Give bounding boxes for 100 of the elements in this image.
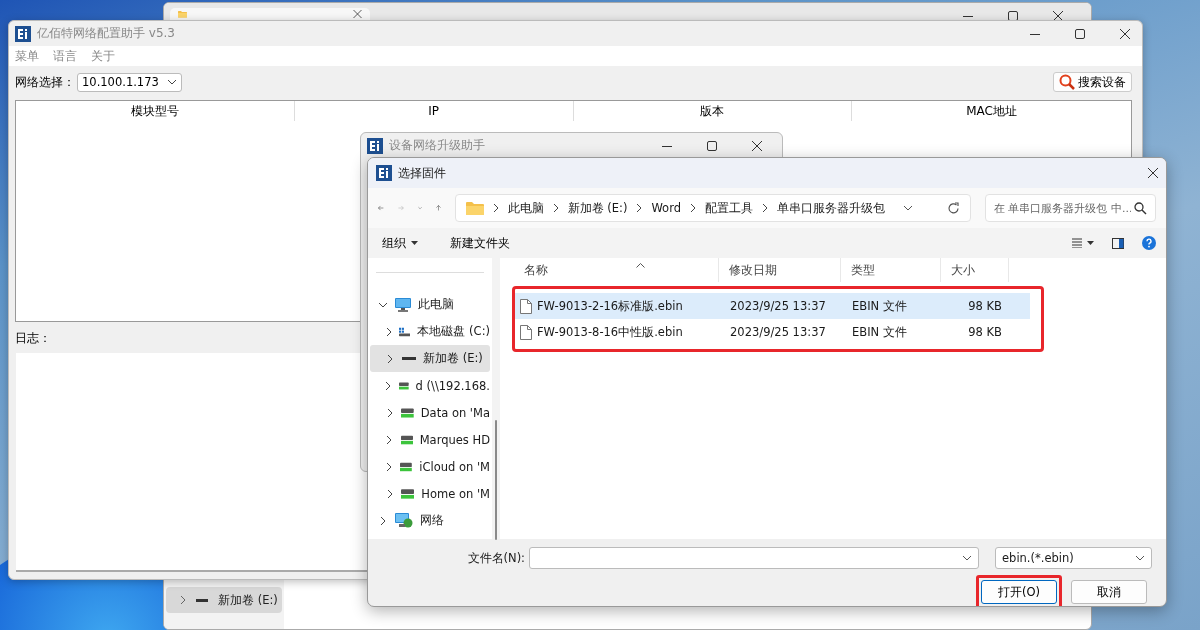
- file-size: 98 KB: [967, 299, 1003, 313]
- close-icon[interactable]: [1053, 11, 1063, 21]
- nav-item[interactable]: Marques HD: [370, 426, 490, 453]
- chevron-right-icon[interactable]: [380, 515, 386, 526]
- computer-icon: [395, 297, 411, 312]
- menu-item[interactable]: 语言: [53, 47, 77, 65]
- folder-icon: [178, 10, 187, 18]
- file-row[interactable]: FW-9013-2-16标准版.ebin 2023/9/25 13:37 EBIN 文件 98 KB: [515, 293, 1030, 319]
- menu-item[interactable]: 关于: [91, 47, 115, 65]
- nav-item[interactable]: Home on 'M: [370, 480, 490, 507]
- filename-label: 文件名(N):: [467, 550, 525, 566]
- file-type-dropdown[interactable]: ebin.(*.ebin): [995, 547, 1152, 569]
- search-icon: [1134, 202, 1147, 215]
- column-header[interactable]: 版本: [573, 101, 853, 121]
- maximize-icon[interactable]: [707, 140, 717, 151]
- close-icon[interactable]: [752, 140, 762, 151]
- file-name: FW-9013-2-16标准版.ebin: [537, 298, 683, 314]
- chevron-right-icon[interactable]: [386, 434, 393, 445]
- address-bar[interactable]: 此电脑 新加卷 (E:) Word 配置工具 单串口服务器升级包: [454, 194, 971, 222]
- file-icon: [520, 298, 532, 314]
- window-title: 设备网络升级助手: [389, 137, 485, 154]
- search-field[interactable]: 在 单串口服务器升级包 中...: [985, 194, 1156, 222]
- chevron-right-icon[interactable]: [386, 407, 393, 418]
- window-title: 亿佰特网络配置助手 v5.3: [37, 25, 175, 42]
- chevron-down-icon: [166, 79, 177, 85]
- column-header[interactable]: IP: [294, 101, 574, 121]
- nav-item[interactable]: Data on 'Ma: [370, 399, 490, 426]
- sort-caret-icon: [636, 263, 645, 268]
- breadcrumb[interactable]: 此电脑: [507, 200, 544, 216]
- breadcrumb[interactable]: 新加卷 (E:): [567, 200, 628, 216]
- modified-date: 2023/9/25 13:37: [729, 325, 827, 339]
- nav-item[interactable]: 网络: [370, 507, 490, 534]
- network-drive-icon: [400, 434, 413, 445]
- chevron-right-icon: [690, 203, 696, 213]
- close-icon[interactable]: [1120, 28, 1130, 39]
- file-type: EBIN 文件: [851, 324, 908, 340]
- column-header[interactable]: 修改日期: [719, 258, 841, 282]
- refresh-icon[interactable]: [947, 201, 960, 215]
- filename-field[interactable]: [529, 547, 979, 569]
- column-header[interactable]: MAC地址: [852, 101, 1131, 121]
- organize-menu-button[interactable]: 组织: [378, 233, 422, 253]
- drive-icon: [196, 598, 208, 602]
- app-logo-icon: [15, 25, 31, 42]
- chevron-right-icon: [636, 203, 643, 213]
- folder-icon: [465, 201, 484, 215]
- network-drive-icon: [400, 461, 413, 472]
- open-button[interactable]: 打开(O): [981, 580, 1057, 604]
- nav-item[interactable]: iCloud on 'M: [370, 453, 490, 480]
- file-row[interactable]: FW-9013-8-16中性版.ebin 2023/9/25 13:37 EBIN 文件 98 KB: [515, 319, 1030, 345]
- network-label: 网络选择：: [15, 73, 75, 91]
- log-label: 日志：: [15, 331, 51, 345]
- chevron-right-icon[interactable]: [385, 326, 392, 337]
- column-header[interactable]: 名称: [514, 258, 719, 282]
- new-folder-button[interactable]: 新建文件夹: [446, 233, 514, 253]
- network-dropdown[interactable]: 10.100.1.173: [77, 72, 182, 92]
- cancel-button[interactable]: 取消: [1071, 580, 1147, 604]
- network-icon: [395, 513, 413, 528]
- column-header[interactable]: 模块型号: [16, 101, 295, 121]
- network-drive-icon: [398, 380, 409, 391]
- chevron-right-icon[interactable]: [387, 353, 393, 364]
- menu-item[interactable]: 菜单: [15, 47, 39, 65]
- file-type: EBIN 文件: [851, 298, 908, 314]
- nav-item[interactable]: 新加卷 (E:): [166, 587, 282, 613]
- search-devices-button[interactable]: 搜索设备: [1053, 72, 1132, 92]
- maximize-icon[interactable]: [1075, 28, 1085, 39]
- close-icon[interactable]: [1148, 168, 1158, 178]
- modified-date: 2023/9/25 13:37: [729, 299, 827, 313]
- chevron-right-icon[interactable]: [385, 380, 392, 391]
- breadcrumb[interactable]: Word: [651, 201, 681, 215]
- dialog-title: 选择固件: [398, 164, 446, 182]
- column-header[interactable]: 类型: [841, 258, 941, 282]
- chevron-right-icon: [552, 203, 559, 213]
- network-drive-icon: [401, 488, 415, 499]
- chevron-right-icon: [492, 203, 499, 213]
- file-icon: [520, 324, 532, 340]
- search-icon: [1059, 74, 1075, 90]
- caret-down-icon: [411, 241, 418, 245]
- chevron-down-icon[interactable]: [378, 301, 388, 308]
- chevron-right-icon: [762, 203, 768, 213]
- chevron-right-icon[interactable]: [386, 488, 393, 499]
- nav-item[interactable]: 本地磁盘 (C:): [370, 318, 490, 345]
- scrollbar-thumb[interactable]: [495, 420, 497, 540]
- chevron-down-icon: [1135, 555, 1145, 561]
- app-logo-icon: [376, 165, 392, 181]
- chevron-down-icon: [962, 555, 972, 561]
- preview-pane-icon[interactable]: [1112, 237, 1124, 249]
- help-icon[interactable]: [1142, 236, 1156, 250]
- network-drive-icon: [401, 407, 414, 418]
- nav-item[interactable]: d (\\192.168.: [370, 372, 490, 399]
- chevron-right-icon: [180, 595, 186, 605]
- breadcrumb[interactable]: 单串口服务器升级包: [777, 200, 885, 216]
- chevron-down-icon[interactable]: [903, 205, 913, 211]
- view-options-icon[interactable]: [1072, 238, 1094, 248]
- nav-item[interactable]: 新加卷 (E:): [370, 345, 490, 372]
- chevron-right-icon[interactable]: [386, 461, 393, 472]
- nav-item[interactable]: 此电脑: [370, 291, 490, 318]
- file-size: 98 KB: [967, 325, 1003, 339]
- disk-icon: [399, 325, 411, 338]
- column-header[interactable]: 大小: [941, 258, 1009, 282]
- breadcrumb[interactable]: 配置工具: [705, 200, 753, 216]
